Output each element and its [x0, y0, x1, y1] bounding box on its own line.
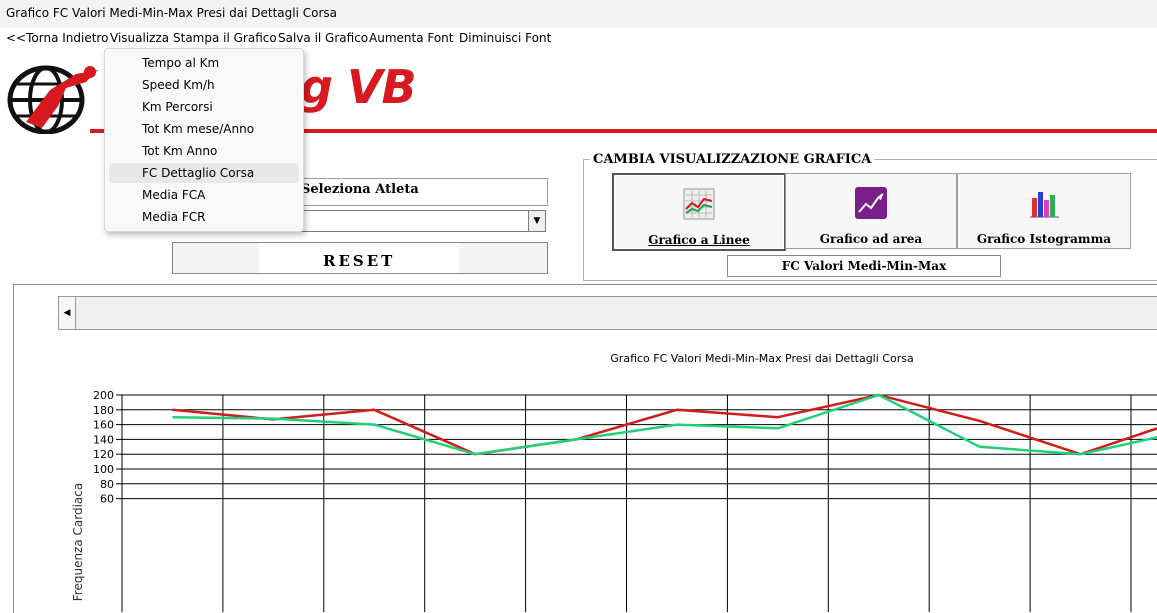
line-chart-button[interactable]: Grafico a Linee — [612, 173, 786, 251]
area-chart-icon — [855, 187, 887, 219]
dd-tempo-al-km[interactable]: Tempo al Km — [109, 53, 299, 73]
athlete-label: Seleziona Atleta — [301, 182, 419, 197]
title-bar: Grafico FC Valori Medi-Min-Max Presi dai… — [0, 0, 1157, 28]
area-chart-button[interactable]: Grafico ad area — [785, 173, 957, 249]
globe-runner-logo — [7, 65, 98, 134]
line-chart-icon — [683, 188, 715, 220]
menu-diminuisci-font[interactable]: Diminuisci Font — [459, 31, 551, 45]
dd-label: Media FCR — [142, 210, 206, 224]
menu-visualizza[interactable]: Visualizza — [110, 31, 169, 45]
dd-km-percorsi[interactable]: Km Percorsi — [109, 97, 299, 117]
view-group-title: CAMBIA VISUALIZZAZIONE GRAFICA — [590, 152, 875, 167]
dd-label: Tot Km Anno — [142, 144, 218, 158]
combo-arrow-icon[interactable]: ▼ — [528, 211, 545, 231]
dd-speed-kmh[interactable]: Speed Km/h — [109, 75, 299, 95]
visualizza-dropdown: Tempo al Km Speed Km/h Km Percorsi Tot K… — [104, 48, 304, 232]
horizontal-scrollbar[interactable]: ◀ — [58, 296, 1157, 330]
chart-panel — [13, 284, 1157, 613]
histogram-label: Grafico Istogramma — [976, 232, 1112, 246]
dd-tot-km-mese-anno[interactable]: Tot Km mese/Anno — [109, 119, 299, 139]
dd-label: Tot Km mese/Anno — [142, 122, 255, 136]
dd-label: Speed Km/h — [142, 78, 215, 92]
line-chart-label: Grafico a Linee — [648, 233, 750, 247]
menu-bar: <<Torna Indietro Visualizza Stampa il Gr… — [0, 28, 1157, 48]
dd-label: Media FCA — [142, 188, 206, 202]
menu-salva-grafico[interactable]: Salva il Grafico — [278, 31, 368, 45]
dd-label: Tempo al Km — [142, 56, 220, 70]
dd-tot-km-anno[interactable]: Tot Km Anno — [109, 141, 299, 161]
dd-media-fca[interactable]: Media FCA — [109, 185, 299, 205]
menu-stampa-grafico[interactable]: Stampa il Grafico — [173, 31, 277, 45]
dd-media-fcr[interactable]: Media FCR — [109, 207, 299, 227]
chart-mode-text: FC Valori Medi-Min-Max — [781, 259, 947, 273]
dd-label: Km Percorsi — [142, 100, 213, 114]
bar-chart-icon — [1030, 192, 1059, 218]
scroll-left-icon[interactable]: ◀ — [59, 297, 76, 329]
area-chart-label: Grafico ad area — [819, 232, 923, 246]
dd-fc-dettaglio-corsa[interactable]: FC Dettaglio Corsa — [109, 163, 299, 183]
menu-torna-indietro[interactable]: <<Torna Indietro — [6, 31, 108, 45]
dd-label: FC Dettaglio Corsa — [142, 166, 255, 180]
brand-logo-text: g VB — [300, 60, 417, 114]
reset-button[interactable]: RESET — [172, 242, 548, 274]
reset-label: RESET — [323, 252, 396, 270]
window-title: Grafico FC Valori Medi-Min-Max Presi dai… — [6, 6, 337, 20]
chart-mode-status: FC Valori Medi-Min-Max — [727, 255, 1001, 277]
histogram-button[interactable]: Grafico Istogramma — [957, 173, 1131, 249]
menu-aumenta-font[interactable]: Aumenta Font — [369, 31, 454, 45]
